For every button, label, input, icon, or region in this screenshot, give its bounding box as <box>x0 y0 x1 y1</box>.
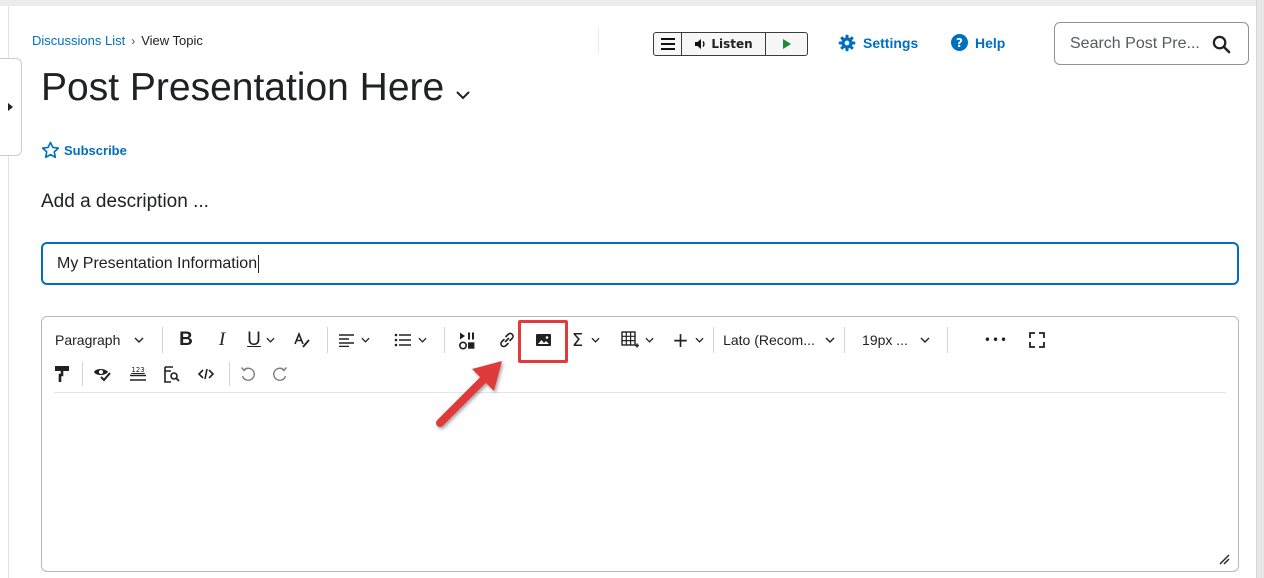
align-left-icon <box>339 334 354 347</box>
subscribe-link[interactable]: Subscribe <box>41 141 127 159</box>
preview-icon <box>163 365 180 383</box>
equation-button[interactable]: Σ <box>561 325 611 355</box>
font-family-value: Lato (Recom... <box>723 332 815 348</box>
search-input[interactable] <box>1070 34 1206 53</box>
table-icon <box>620 331 639 348</box>
listen-play-button[interactable] <box>766 33 807 55</box>
italic-button[interactable]: I <box>209 325 235 355</box>
help-label: Help <box>975 34 1006 51</box>
callout-arrow-icon <box>436 361 502 427</box>
readspeaker-widget: Listen <box>653 32 808 56</box>
insert-stuff-highlight <box>518 320 568 363</box>
expand-arrow-icon <box>8 103 13 111</box>
format-select-value: Paragraph <box>55 332 121 348</box>
accessibility-checker-button[interactable] <box>83 359 121 389</box>
breadcrumb-discussions-list[interactable]: Discussions List <box>32 33 125 48</box>
list-button[interactable] <box>380 325 440 355</box>
fullscreen-icon <box>1029 332 1045 348</box>
undo-button[interactable] <box>230 359 266 389</box>
plus-icon: + <box>672 328 689 352</box>
text-caret <box>258 254 260 273</box>
header-divider <box>598 28 599 54</box>
align-button[interactable] <box>328 325 380 355</box>
insert-stuff-icon <box>458 332 474 350</box>
fullscreen-button[interactable] <box>1022 325 1052 355</box>
toolbar-separator <box>947 327 948 353</box>
play-icon <box>782 39 791 49</box>
breadcrumb-current: View Topic <box>141 33 203 48</box>
bullet-list-icon <box>394 333 411 347</box>
breadcrumb: Discussions List › View Topic <box>32 33 203 48</box>
chevron-down-icon <box>417 337 427 343</box>
insert-stuff-button[interactable] <box>445 325 489 355</box>
page-title: Post Presentation Here <box>41 66 445 109</box>
html-editor[interactable]: Paragraph B I U Σ + Lato (Recom... 19px … <box>41 316 1239 572</box>
topic-name-field[interactable]: My Presentation Information <box>41 242 1239 285</box>
chevron-down-icon <box>920 337 930 343</box>
link-icon <box>500 332 514 348</box>
word-count-icon-label: 123 <box>131 365 145 374</box>
window-scrollbar[interactable] <box>1256 0 1264 578</box>
description-placeholder[interactable]: Add a description ... <box>41 191 209 213</box>
subscribe-label: Subscribe <box>64 142 127 158</box>
format-select[interactable]: Paragraph <box>42 325 162 355</box>
font-family-select[interactable]: Lato (Recom... <box>714 325 844 355</box>
insert-more-button[interactable]: + <box>663 325 713 355</box>
star-icon <box>41 141 60 159</box>
topic-name-value: My Presentation Information <box>57 254 258 272</box>
bold-button[interactable]: B <box>163 325 209 355</box>
topic-title-area: Post Presentation Here <box>41 66 470 110</box>
chevron-down-icon[interactable] <box>456 91 470 100</box>
paint-roller-icon <box>55 366 69 382</box>
settings-label: Settings <box>863 35 919 51</box>
listen-label: Listen <box>711 37 753 51</box>
word-count-button[interactable]: 123 <box>121 359 155 389</box>
search-box <box>1054 22 1249 65</box>
resize-handle-icon[interactable] <box>1218 553 1230 565</box>
help-icon: ? <box>951 34 968 51</box>
chevron-down-icon <box>695 337 704 343</box>
font-size-value: 19px ... <box>862 332 908 348</box>
word-count-icon <box>130 374 146 381</box>
breadcrumb-separator: › <box>131 34 136 48</box>
chevron-down-icon <box>361 337 370 343</box>
chevron-down-icon <box>591 337 600 343</box>
underline-button[interactable]: U <box>235 325 287 355</box>
chevron-down-icon <box>266 337 275 343</box>
search-icon[interactable] <box>1212 35 1231 54</box>
code-icon <box>198 368 214 380</box>
redo-button[interactable] <box>266 359 294 389</box>
toolbar-divider <box>54 392 1226 393</box>
more-options-button[interactable]: ••• <box>970 325 1022 355</box>
window-top-bar <box>0 0 1264 6</box>
preview-button[interactable] <box>155 359 187 389</box>
sigma-icon: Σ <box>571 329 584 351</box>
editor-toolbar-row-2: 123 <box>42 359 294 389</box>
nav-panel-toggle[interactable] <box>0 58 22 156</box>
help-link[interactable]: ? Help <box>951 34 1005 51</box>
gear-icon <box>838 34 856 52</box>
chevron-down-icon <box>825 337 835 343</box>
font-size-select[interactable]: 19px ... <box>845 325 947 355</box>
accessibility-check-icon <box>94 369 111 382</box>
settings-link[interactable]: Settings <box>838 34 918 52</box>
listen-button[interactable]: Listen <box>682 33 766 55</box>
speaker-icon <box>695 39 705 49</box>
chevron-down-icon <box>134 337 144 343</box>
table-button[interactable] <box>611 325 663 355</box>
listen-menu-button[interactable] <box>654 33 682 55</box>
source-code-button[interactable] <box>187 359 225 389</box>
redo-icon <box>273 367 288 381</box>
underline-icon: U <box>247 329 261 350</box>
clear-format-button[interactable] <box>287 325 317 355</box>
format-painter-button[interactable] <box>42 359 82 389</box>
undo-icon <box>240 367 255 381</box>
chevron-down-icon <box>644 337 654 343</box>
font-style-icon <box>294 331 310 348</box>
